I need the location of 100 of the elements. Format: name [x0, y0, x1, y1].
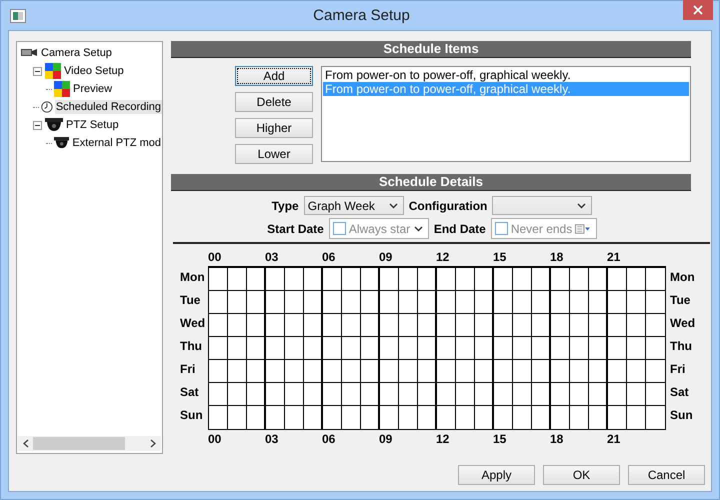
schedule-cell[interactable]	[589, 337, 608, 360]
tree-item[interactable]: External PTZ mod	[71, 136, 162, 150]
schedule-cell[interactable]	[209, 268, 228, 291]
schedule-cell[interactable]	[361, 314, 380, 337]
tree-item[interactable]: Video Setup	[63, 64, 125, 78]
schedule-cell[interactable]	[380, 383, 399, 406]
schedule-cell[interactable]	[304, 337, 323, 360]
schedule-cell[interactable]	[361, 268, 380, 291]
schedule-cell[interactable]	[247, 360, 266, 383]
list-item[interactable]: From power-on to power-off, graphical weekly.	[323, 68, 689, 82]
schedule-cell[interactable]	[513, 291, 532, 314]
schedule-cell[interactable]	[285, 337, 304, 360]
schedule-cell[interactable]	[494, 291, 513, 314]
list-action-button[interactable]: Higher	[235, 118, 313, 138]
schedule-cell[interactable]	[380, 360, 399, 383]
schedule-cell[interactable]	[532, 314, 551, 337]
schedule-cell[interactable]	[285, 383, 304, 406]
schedule-cell[interactable]	[361, 383, 380, 406]
schedule-cell[interactable]	[247, 268, 266, 291]
schedule-cell[interactable]	[551, 314, 570, 337]
schedule-cell[interactable]	[342, 360, 361, 383]
schedule-cell[interactable]	[646, 268, 665, 291]
schedule-cell[interactable]	[418, 360, 437, 383]
schedule-cell[interactable]	[209, 337, 228, 360]
schedule-cell[interactable]	[589, 360, 608, 383]
schedule-cell[interactable]	[570, 268, 589, 291]
schedule-cell[interactable]	[399, 314, 418, 337]
schedule-cell[interactable]	[304, 360, 323, 383]
dialog-button[interactable]: OK	[543, 465, 620, 485]
schedule-cell[interactable]	[418, 406, 437, 429]
tree-item[interactable]: Scheduled Recording	[54, 100, 162, 114]
collapse-toggle[interactable]	[33, 66, 42, 76]
schedule-cell[interactable]	[418, 291, 437, 314]
schedule-cell[interactable]	[437, 268, 456, 291]
schedule-cell[interactable]	[551, 291, 570, 314]
schedule-cell[interactable]	[532, 291, 551, 314]
schedule-cell[interactable]	[266, 314, 285, 337]
schedule-cell[interactable]	[380, 314, 399, 337]
schedule-cell[interactable]	[646, 406, 665, 429]
schedule-cell[interactable]	[304, 268, 323, 291]
schedule-cell[interactable]	[342, 406, 361, 429]
schedule-cell[interactable]	[304, 383, 323, 406]
schedule-cell[interactable]	[608, 360, 627, 383]
schedule-cell[interactable]	[475, 360, 494, 383]
schedule-cell[interactable]	[608, 337, 627, 360]
schedule-cell[interactable]	[494, 383, 513, 406]
schedule-cell[interactable]	[418, 383, 437, 406]
schedule-cell[interactable]	[266, 360, 285, 383]
schedule-cell[interactable]	[551, 383, 570, 406]
schedule-cell[interactable]	[646, 383, 665, 406]
schedule-cell[interactable]	[513, 268, 532, 291]
schedule-cell[interactable]	[532, 360, 551, 383]
schedule-cell[interactable]	[456, 383, 475, 406]
schedule-cell[interactable]	[437, 314, 456, 337]
schedule-cell[interactable]	[513, 337, 532, 360]
schedule-cell[interactable]	[323, 360, 342, 383]
schedule-cell[interactable]	[627, 383, 646, 406]
schedule-cell[interactable]	[266, 268, 285, 291]
schedule-cell[interactable]	[475, 383, 494, 406]
schedule-cell[interactable]	[532, 268, 551, 291]
schedule-cell[interactable]	[323, 291, 342, 314]
schedule-cell[interactable]	[608, 406, 627, 429]
schedule-cell[interactable]	[456, 291, 475, 314]
schedule-cell[interactable]	[437, 383, 456, 406]
schedule-cell[interactable]	[285, 360, 304, 383]
tree-item[interactable]: Camera Setup	[40, 46, 113, 60]
schedule-cell[interactable]	[627, 314, 646, 337]
schedule-cell[interactable]	[285, 268, 304, 291]
schedule-cell[interactable]	[589, 291, 608, 314]
schedule-cell[interactable]	[380, 291, 399, 314]
schedule-cell[interactable]	[494, 337, 513, 360]
schedule-cell[interactable]	[437, 406, 456, 429]
schedule-cell[interactable]	[608, 383, 627, 406]
list-action-button[interactable]: Add	[235, 66, 313, 86]
schedule-cell[interactable]	[494, 314, 513, 337]
schedule-cell[interactable]	[342, 291, 361, 314]
schedule-cell[interactable]	[646, 337, 665, 360]
schedule-cell[interactable]	[247, 314, 266, 337]
schedule-cell[interactable]	[209, 360, 228, 383]
schedule-cell[interactable]	[570, 383, 589, 406]
schedule-cell[interactable]	[475, 291, 494, 314]
schedule-cell[interactable]	[399, 337, 418, 360]
checkbox[interactable]	[332, 222, 346, 235]
schedule-cell[interactable]	[608, 268, 627, 291]
schedule-cell[interactable]	[627, 291, 646, 314]
schedule-cell[interactable]	[399, 406, 418, 429]
schedule-cell[interactable]	[266, 406, 285, 429]
schedule-cell[interactable]	[285, 291, 304, 314]
schedule-cell[interactable]	[323, 314, 342, 337]
schedule-cell[interactable]	[551, 406, 570, 429]
tree-item[interactable]: Preview	[72, 82, 114, 96]
schedule-cell[interactable]	[323, 337, 342, 360]
schedule-cell[interactable]	[646, 360, 665, 383]
schedule-cell[interactable]	[304, 406, 323, 429]
schedule-cell[interactable]	[570, 291, 589, 314]
schedule-cell[interactable]	[608, 291, 627, 314]
schedule-cell[interactable]	[209, 383, 228, 406]
schedule-cell[interactable]	[494, 268, 513, 291]
schedule-cell[interactable]	[247, 291, 266, 314]
schedule-cell[interactable]	[209, 314, 228, 337]
